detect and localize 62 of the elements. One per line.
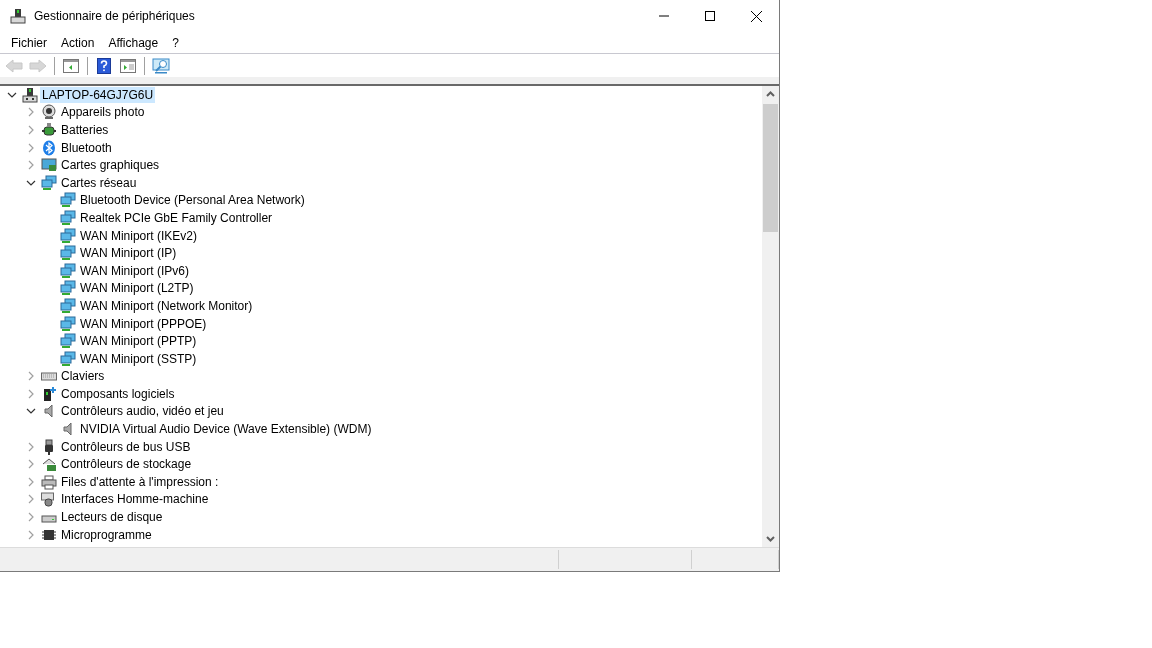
forward-arrow-icon <box>29 57 47 74</box>
help-icon <box>97 57 111 74</box>
tree-item-label[interactable]: Lecteurs de disque <box>59 509 165 526</box>
vertical-scrollbar[interactable] <box>762 86 779 547</box>
network-monitors-icon <box>60 262 76 279</box>
network-monitors-icon <box>60 350 76 367</box>
tree-item-label[interactable]: Interfaces Homme-machine <box>59 491 211 508</box>
menu-item[interactable]: Affichage <box>101 32 166 53</box>
tree-item-label[interactable]: LAPTOP-64GJ7G6U <box>40 86 156 103</box>
menu-item[interactable]: Action <box>54 32 102 53</box>
tree-item-label[interactable]: Cartes réseau <box>59 174 139 191</box>
network-monitors-icon <box>60 315 76 332</box>
network-monitors-icon <box>60 333 76 350</box>
printer-icon <box>41 473 57 490</box>
tree-item-label[interactable]: WAN Miniport (IPv6) <box>78 262 191 279</box>
tree-item-label[interactable]: Contrôleurs de bus USB <box>59 438 193 455</box>
webcam-icon <box>41 104 57 121</box>
window-pane-icon <box>63 58 79 73</box>
storage-controller-icon <box>41 456 57 473</box>
network-monitors-icon <box>60 245 76 262</box>
tree-item-label[interactable]: WAN Miniport (PPTP) <box>78 333 199 350</box>
network-monitors-icon <box>60 192 76 209</box>
tree-item-label[interactable]: Contrôleurs de stockage <box>59 456 194 473</box>
computer-icon <box>22 86 38 103</box>
tree-item-label[interactable]: Composants logiciels <box>59 385 177 402</box>
tree-item-label[interactable]: Microprogramme <box>59 526 154 543</box>
software-component-icon <box>41 385 57 402</box>
keyboard-mouse-icon <box>41 491 57 508</box>
network-monitors-icon <box>41 174 57 191</box>
tree-item-label[interactable]: WAN Miniport (L2TP) <box>78 280 196 297</box>
maximize-icon <box>705 11 715 21</box>
bluetooth-icon <box>41 139 57 156</box>
tree-item-label[interactable]: Claviers <box>59 368 107 385</box>
tree-item-label[interactable]: WAN Miniport (PPPOE) <box>78 315 209 332</box>
tree-item-label[interactable]: NVIDIA Virtual Audio Device (Wave Extensible) (WDM) <box>78 421 374 438</box>
window-title: Gestionnaire de périphériques <box>34 9 196 23</box>
tree-item-label[interactable]: Cartes graphiques <box>59 157 162 174</box>
tree-item-label[interactable]: WAN Miniport (IP) <box>78 245 179 262</box>
computer-icon <box>10 8 26 24</box>
back-arrow-icon <box>5 57 23 74</box>
monitor-card-icon <box>41 157 57 174</box>
tree-item-label[interactable]: WAN Miniport (SSTP) <box>78 350 199 367</box>
tree-item-label[interactable]: Appareils photo <box>59 104 147 121</box>
tree-item-label[interactable]: Contrôleurs audio, vidéo et jeu <box>59 403 226 420</box>
tree-item-label[interactable]: Batteries <box>59 122 111 138</box>
tree-item-label[interactable]: Bluetooth Device (Personal Area Network) <box>78 192 307 209</box>
tree-item-label[interactable]: Realtek PCIe GbE Family Controller <box>78 209 275 226</box>
menu-item[interactable]: ? <box>165 32 186 53</box>
battery-plug-icon <box>41 122 57 138</box>
monitor-magnifier-icon <box>152 57 170 74</box>
tree-item-label[interactable]: WAN Miniport (Network Monitor) <box>78 297 255 314</box>
network-monitors-icon <box>60 297 76 314</box>
network-monitors-icon <box>60 209 76 226</box>
tree-item-label[interactable]: Files d'attente à l'impression : <box>59 473 221 490</box>
network-monitors-icon <box>60 280 76 297</box>
tree-item-label[interactable]: Bluetooth <box>59 139 114 156</box>
scrollbar-thumb[interactable] <box>763 104 778 232</box>
close-icon <box>750 10 762 22</box>
network-monitors-icon <box>60 227 76 244</box>
tree-item-label[interactable]: WAN Miniport (IKEv2) <box>78 227 199 244</box>
menu-item[interactable]: Fichier <box>4 32 54 53</box>
window-view-icon <box>120 58 136 73</box>
